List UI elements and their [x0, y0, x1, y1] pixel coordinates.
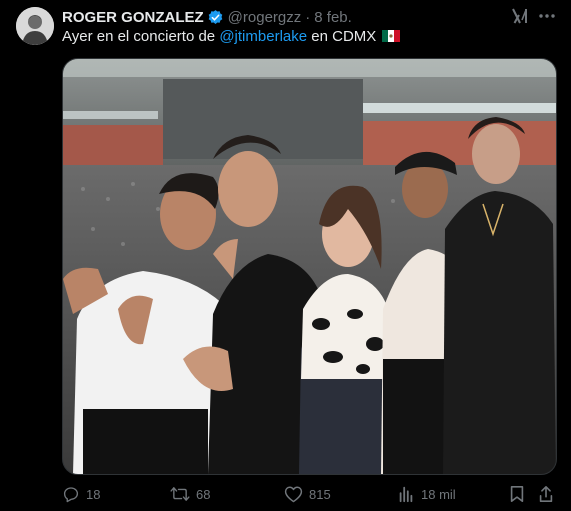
- more-options-icon[interactable]: [538, 9, 556, 23]
- tweet-card[interactable]: ROGER GONZALEZ @rogergzz · 8 feb. Ayer e…: [0, 0, 571, 511]
- views-chart-icon: [397, 485, 415, 503]
- tweet-text-suffix: en CDMX: [307, 28, 377, 45]
- like-button[interactable]: 815: [284, 483, 331, 505]
- author-handle[interactable]: @rogergzz: [228, 9, 302, 26]
- bookmark-button[interactable]: [509, 483, 525, 505]
- tweet-actions: 18 68 815 18 mil: [62, 483, 556, 505]
- reply-icon: [62, 485, 80, 503]
- repost-icon: [170, 485, 190, 503]
- mention-link[interactable]: @jtimberlake: [219, 28, 307, 45]
- verified-badge-icon[interactable]: [207, 9, 224, 26]
- bookmark-icon: [509, 485, 525, 503]
- tweet-photo[interactable]: [62, 58, 557, 475]
- tweet-text: Ayer en el concierto de @jtimberlake en …: [62, 27, 552, 47]
- tweet-header: ROGER GONZALEZ @rogergzz · 8 feb.: [62, 8, 501, 26]
- author-avatar[interactable]: [16, 7, 54, 45]
- views-button[interactable]: 18 mil: [397, 483, 456, 505]
- author-name[interactable]: ROGER GONZALEZ: [62, 9, 204, 26]
- header-separator: ·: [305, 8, 311, 26]
- like-count: 815: [309, 486, 331, 502]
- tweet-date[interactable]: 8 feb.: [314, 9, 352, 26]
- share-button[interactable]: [538, 483, 554, 505]
- mexico-flag-icon: [382, 28, 401, 42]
- repost-button[interactable]: 68: [170, 483, 210, 505]
- reply-count: 18: [86, 486, 101, 502]
- reply-button[interactable]: 18: [62, 483, 100, 505]
- share-icon: [538, 485, 554, 503]
- views-count: 18 mil: [421, 486, 456, 502]
- heart-icon: [284, 485, 303, 503]
- grok-icon[interactable]: [511, 7, 529, 25]
- repost-count: 68: [196, 486, 211, 502]
- tweet-text-prefix: Ayer en el concierto de: [62, 28, 220, 45]
